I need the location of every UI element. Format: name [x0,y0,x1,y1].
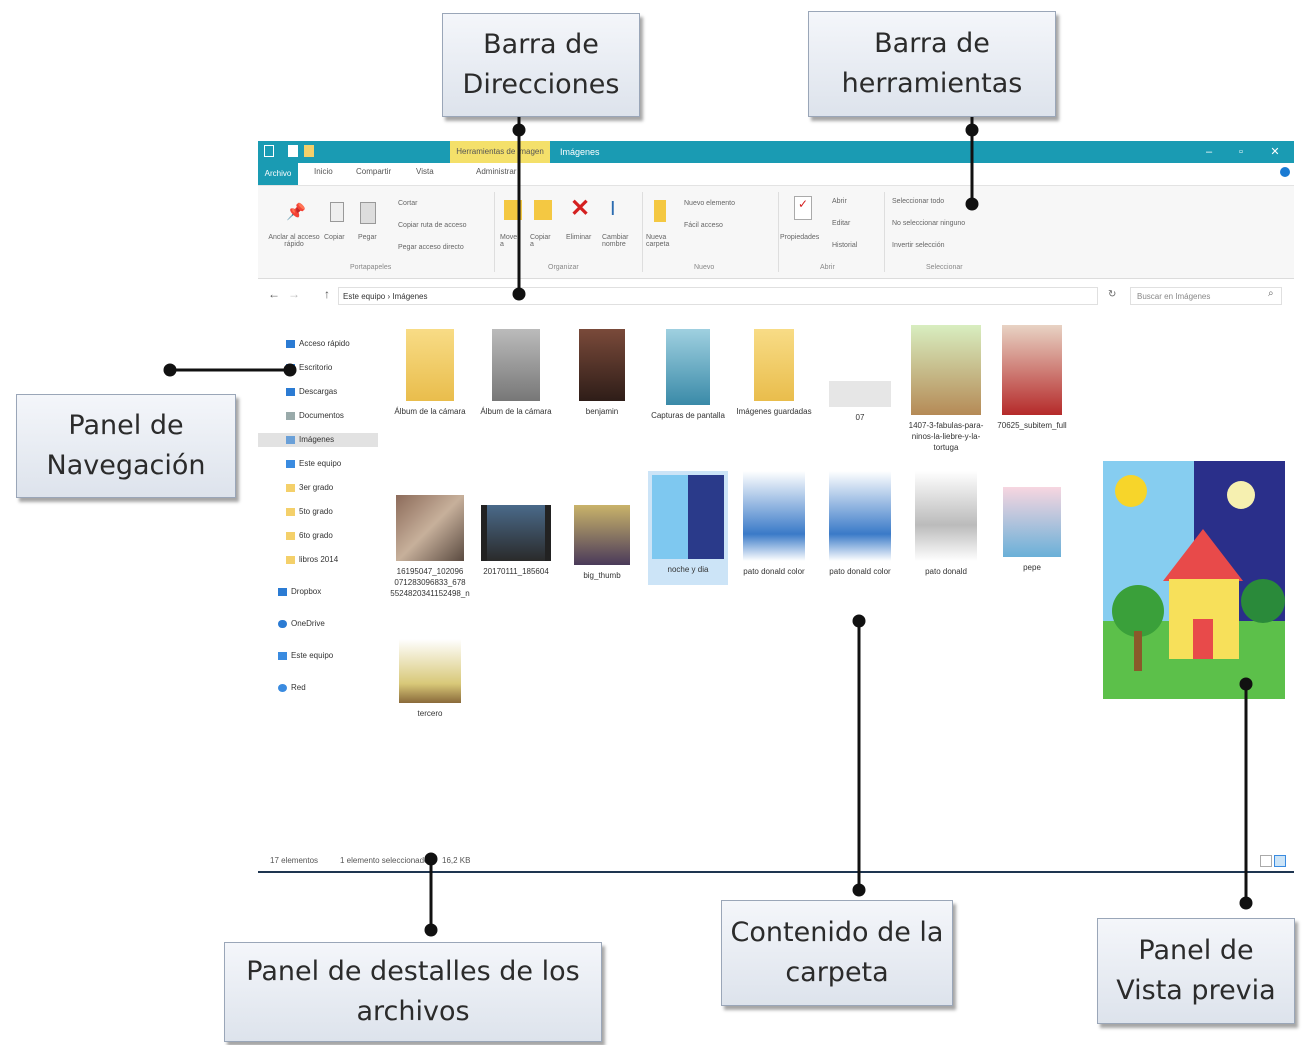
annotation-leaders [163,117,1253,937]
